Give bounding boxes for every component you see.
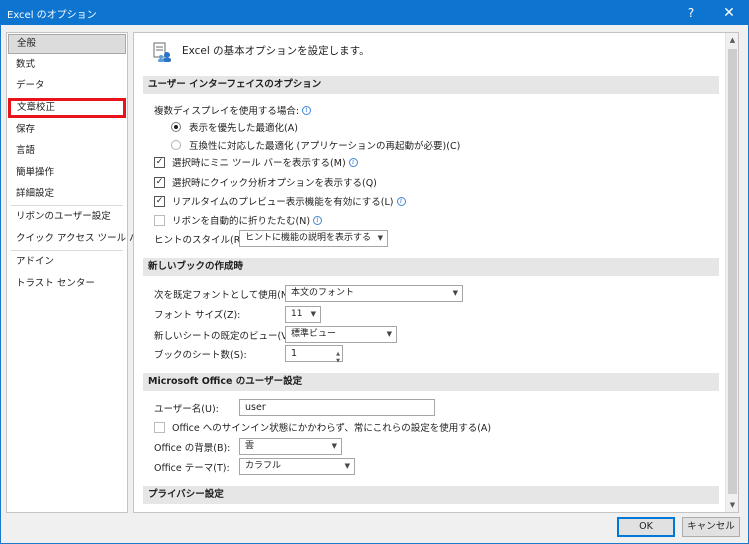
chevron-down-icon: ▼ [331,442,337,450]
sidebar-item-general[interactable]: 全般 [8,34,126,54]
sidebar: 全般 数式 データ 文章校正 保存 言語 簡単操作 詳細設定 リボンのユーザー設… [6,32,148,513]
mini-toolbar-label: 選択時にミニ ツール バーを表示する(M) [172,158,346,169]
cancel-button[interactable]: キャンセル [682,517,740,537]
sidebar-item-save[interactable]: 保存 [8,120,126,140]
chevron-down-icon: ▼ [377,234,383,242]
office-theme-value: カラフル [245,461,282,471]
sidebar-item-customize-ribbon[interactable]: リボンのユーザー設定 [8,207,126,227]
multi-display-label: 複数ディスプレイを使用する場合: [154,106,300,117]
title-bar: Excel のオプション ? ✕ [0,0,749,25]
sidebar-item-advanced[interactable]: 詳細設定 [8,184,126,204]
checkbox-checked-icon[interactable]: ✓ [154,176,165,188]
checkbox-checked-icon[interactable]: ✓ [154,195,165,207]
live-preview-checkbox[interactable]: ✓ リアルタイムのプレビュー表示機能を有効にする(L) i [154,193,406,209]
chevron-down-icon: ▼ [310,310,316,318]
office-background-dropdown[interactable]: 雲 ▼ [239,438,342,455]
mini-toolbar-checkbox[interactable]: ✓ 選択時にミニ ツール バーを表示する(M) i [154,154,358,170]
chevron-down-icon: ▼ [386,330,392,338]
checkbox-checked-icon[interactable]: ✓ [154,156,165,168]
live-preview-label: リアルタイムのプレビュー表示機能を有効にする(L) [172,197,394,208]
tooltip-style-dropdown[interactable]: ヒントに機能の説明を表示する ▼ [239,230,388,247]
scroll-down-icon[interactable]: ▼ [726,498,738,512]
font-size-label: フォント サイズ(Z): [154,310,241,321]
sheet-count-value: 1 [291,348,298,359]
vertical-scrollbar[interactable]: ▲ ▼ [725,33,738,512]
default-font-value: 本文のフォント [291,288,355,298]
collapse-ribbon-checkbox[interactable]: リボンを自動的に折りたたむ(N) i [154,212,323,228]
default-view-label: 新しいシートの既定のビュー(V): [154,331,295,342]
quick-analysis-label: 選択時にクイック分析オプションを表示する(Q) [172,178,377,189]
info-icon[interactable]: i [348,157,358,167]
quick-analysis-checkbox[interactable]: ✓ 選択時にクイック分析オプションを表示する(Q) [154,174,377,190]
radio-optimize-display[interactable]: 表示を優先した最適化(A) [171,119,298,135]
section-office-settings: Microsoft Office のユーザー設定 [143,373,719,391]
radio-unselected-icon[interactable] [171,140,181,150]
tooltip-style-value: ヒントに機能の説明を表示する [245,233,372,243]
sidebar-item-accessibility[interactable]: 簡単操作 [8,163,126,183]
default-font-label: 次を既定フォントとして使用(N): [154,290,295,301]
office-theme-label: Office テーマ(T): [154,463,230,474]
sidebar-item-data[interactable]: データ [8,76,126,96]
scrollbar-thumb[interactable] [728,49,737,494]
always-use-label: Office へのサインイン状態にかかわらず、常にこれらの設定を使用する(A) [172,423,492,434]
info-icon[interactable]: i [313,215,323,225]
chevron-down-icon: ▼ [452,289,458,297]
checkbox-unchecked-icon[interactable] [154,214,165,226]
spin-down-icon[interactable]: ▼ [336,354,340,369]
default-font-dropdown[interactable]: 本文のフォント ▼ [285,285,463,302]
sheet-count-label: ブックのシート数(S): [154,350,247,361]
sidebar-divider [11,205,123,206]
section-privacy: プライバシー設定 [143,486,719,504]
sidebar-item-trust-center[interactable]: トラスト センター [8,274,126,294]
sheet-count-spinner[interactable]: 1 ▲ ▼ [285,345,343,364]
office-theme-dropdown[interactable]: カラフル ▼ [239,458,355,475]
sidebar-item-addins[interactable]: アドイン [8,252,126,272]
sidebar-item-formulas[interactable]: 数式 [8,55,126,75]
scroll-up-icon[interactable]: ▲ [726,33,738,47]
chevron-down-icon: ▼ [344,462,350,470]
office-background-value: 雲 [245,441,255,451]
radio-optimize-compat-label: 互換性に対応した最適化 (アプリケーションの再起動が必要)(C) [189,141,461,152]
tooltip-style-label: ヒントのスタイル(R): [154,235,248,246]
section-ui-options: ユーザー インターフェイスのオプション [143,76,719,94]
font-size-value: 11 [291,309,303,319]
radio-selected-icon[interactable] [171,122,181,132]
username-label: ユーザー名(U): [154,404,219,415]
sidebar-item-proofing[interactable]: 文章校正 [8,98,126,118]
multi-display-row: 複数ディスプレイを使用する場合: i [154,102,312,118]
info-icon[interactable]: i [396,196,406,206]
window-title: Excel のオプション [7,10,97,21]
default-view-value: 標準ビュー [291,329,337,339]
always-use-checkbox[interactable]: Office へのサインイン状態にかかわらず、常にこれらの設定を使用する(A) [154,419,491,435]
font-size-dropdown[interactable]: 11 ▼ [285,306,321,323]
checkbox-unchecked-icon[interactable] [154,421,165,433]
sidebar-divider [11,250,123,251]
ok-button[interactable]: OK [617,517,675,537]
sidebar-item-quick-access-toolbar[interactable]: クイック アクセス ツール バー [8,229,148,249]
options-header-icon [153,42,171,62]
page-header: Excel の基本オプションを設定します。 [182,45,370,57]
radio-optimize-display-label: 表示を優先した最適化(A) [189,123,298,134]
sidebar-item-language[interactable]: 言語 [8,141,126,161]
close-button[interactable]: ✕ [712,0,746,25]
help-button[interactable]: ? [674,0,708,25]
section-new-workbook: 新しいブックの作成時 [143,258,719,276]
default-view-dropdown[interactable]: 標準ビュー ▼ [285,326,397,343]
office-background-label: Office の背景(B): [154,443,231,454]
info-icon[interactable]: i [302,105,312,115]
username-field[interactable]: user [239,399,435,416]
radio-optimize-compat[interactable]: 互換性に対応した最適化 (アプリケーションの再起動が必要)(C) [171,137,460,153]
options-content: Excel の基本オプションを設定します。 ユーザー インターフェイスのオプショ… [133,32,739,513]
collapse-ribbon-label: リボンを自動的に折りたたむ(N) [172,216,311,227]
